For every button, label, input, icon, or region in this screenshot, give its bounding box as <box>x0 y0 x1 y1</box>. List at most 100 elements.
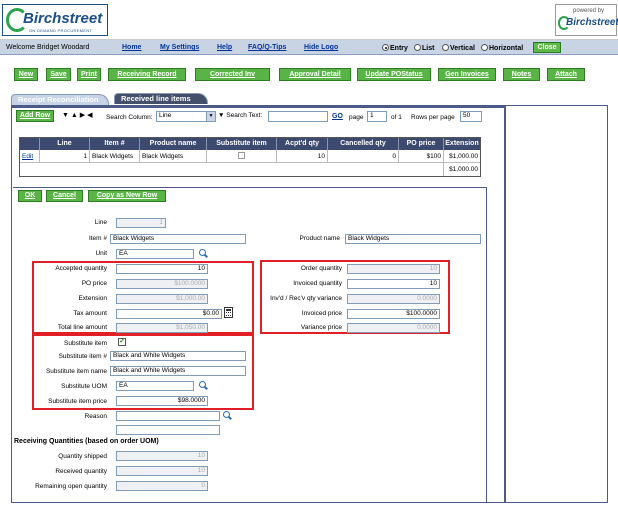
order-qty-field: 10 <box>347 264 440 274</box>
approval-detail-button[interactable]: Approval Detail <box>279 68 351 81</box>
sub-item-label: Substitute item <box>64 340 107 347</box>
col-acpt-header[interactable]: Acpt'd qty <box>277 138 328 150</box>
order-qty-label: Order quantity <box>300 265 342 272</box>
tab-received-line-items[interactable]: Received line items <box>114 93 208 104</box>
close-button[interactable]: Close <box>533 42 561 53</box>
rows-per-page-input[interactable]: 50 <box>460 111 482 122</box>
product-field[interactable]: Black Widgets <box>345 234 481 244</box>
save-button[interactable]: Save <box>46 68 71 81</box>
po-price-field: $100.0000 <box>116 279 208 289</box>
cell-substitute <box>207 150 277 163</box>
invoiced-qty-field[interactable]: 10 <box>347 279 440 289</box>
variance-field: 0.0000 <box>347 294 440 304</box>
next-icon[interactable]: ▶ <box>80 112 85 119</box>
logo-brand: Birchstreet <box>23 10 103 27</box>
right-panel <box>505 105 608 503</box>
top-nav: Welcome Bridget Woodard Home My Settings… <box>0 40 618 55</box>
line-label: Line <box>94 219 107 226</box>
col-extension-header[interactable]: Extension <box>444 138 480 150</box>
total-line-field: $1,050.00 <box>116 323 208 333</box>
sub-price-field[interactable]: $98.0000 <box>116 396 208 406</box>
cancel-button[interactable]: Cancel <box>46 190 83 202</box>
sub-item-name-field[interactable]: Black and White Widgets <box>110 366 246 376</box>
unit-search-icon[interactable] <box>199 249 208 258</box>
view-entry[interactable]: Entry <box>382 44 408 52</box>
rows-per-page-label: Rows per page <box>411 114 455 121</box>
radio-vertical-icon[interactable] <box>442 44 449 51</box>
cell-line: 1 <box>40 150 90 163</box>
variance-price-field: 0.0000 <box>347 323 440 333</box>
page-input[interactable]: 1 <box>367 111 387 122</box>
accepted-qty-field[interactable]: 10 <box>116 264 208 274</box>
notes-button[interactable]: Notes <box>503 68 540 81</box>
update-postatus-button[interactable]: Update POStatus <box>357 68 431 81</box>
nav-hide-logo[interactable]: Hide Logo <box>304 44 338 51</box>
search-column-select[interactable]: Line ▼ <box>156 111 216 122</box>
view-vertical[interactable]: Vertical <box>442 44 475 52</box>
accepted-qty-label: Accepted quantity <box>55 265 107 272</box>
search-column-value: Line <box>159 112 172 119</box>
view-horizontal[interactable]: Horizontal <box>481 44 523 52</box>
last-icon[interactable]: ◀ <box>87 112 92 119</box>
radio-entry-icon[interactable] <box>382 44 389 51</box>
substitute-checkbox[interactable]: ✓ <box>118 338 126 346</box>
unit-label: Unit <box>95 250 107 257</box>
print-button[interactable]: Print <box>77 68 101 81</box>
unit-field[interactable]: EA <box>116 249 194 259</box>
item-field[interactable]: Black Widgets <box>110 234 246 244</box>
col-cancelled-header[interactable]: Cancelled qty <box>328 138 399 150</box>
sort-icon: ▼ <box>218 112 225 119</box>
chevron-down-icon[interactable]: ▼ <box>206 112 215 121</box>
col-edit-header <box>20 138 40 150</box>
prev-icon[interactable]: ▲ <box>71 112 78 119</box>
corrected-inv-button[interactable]: Corrected Inv <box>195 68 270 81</box>
new-button[interactable]: New <box>14 68 38 81</box>
nav-faq[interactable]: FAQ/Q-Tips <box>248 44 286 51</box>
reason-text-field[interactable] <box>116 425 220 435</box>
invoiced-price-label: Invoiced price <box>301 310 342 317</box>
edit-row-link[interactable]: Edit <box>20 150 40 163</box>
cell-product: Black Widgets <box>140 150 207 163</box>
search-text-label: Search Text: <box>226 112 263 119</box>
sub-item-num-field[interactable]: Black and White Widgets <box>110 351 246 361</box>
col-product-header[interactable]: Product name <box>140 138 207 150</box>
search-text-input[interactable] <box>268 111 328 122</box>
first-page-icon[interactable]: ▼ <box>62 112 69 119</box>
reason-search-icon[interactable] <box>223 411 232 420</box>
cell-extension: $1,000.00 <box>444 150 480 163</box>
col-po-price-header[interactable]: PO price <box>399 138 444 150</box>
received-qty-field: 10 <box>116 466 208 476</box>
sub-uom-search-icon[interactable] <box>199 381 208 390</box>
po-price-label: PO price <box>81 280 107 287</box>
radio-horizontal-icon[interactable] <box>481 44 488 51</box>
extension-field: $1,000.00 <box>116 294 208 304</box>
calculator-icon[interactable] <box>224 307 233 318</box>
line-items-table: Line Item # Product name Substitute item… <box>19 137 481 177</box>
tax-label: Tax amount <box>73 310 107 317</box>
attach-button[interactable]: Attach <box>547 68 585 81</box>
view-list[interactable]: List <box>414 44 434 52</box>
tax-field[interactable]: $0.00 <box>116 309 222 319</box>
sub-item-num-label: Substitute item # <box>58 353 107 360</box>
reason-field[interactable] <box>116 411 220 421</box>
receiving-record-button[interactable]: Receiving Record <box>108 68 186 81</box>
add-row-button[interactable]: Add Row <box>16 110 54 122</box>
sub-uom-field[interactable]: EA <box>116 381 194 391</box>
reason-label: Reason <box>84 413 107 420</box>
col-item-header[interactable]: Item # <box>90 138 140 150</box>
gen-invoices-button[interactable]: Gen Invoices <box>438 68 496 81</box>
col-substitute-header[interactable]: Substitute item <box>207 138 277 150</box>
nav-help[interactable]: Help <box>217 44 232 51</box>
tab-receipt-reconciliation[interactable]: Receipt Reconciliation <box>11 94 109 105</box>
col-line-header[interactable]: Line <box>40 138 90 150</box>
go-link[interactable]: GO <box>332 113 343 120</box>
nav-my-settings[interactable]: My Settings <box>160 44 199 51</box>
nav-home[interactable]: Home <box>122 44 141 51</box>
remaining-field: 0 <box>116 481 208 491</box>
ok-button[interactable]: OK <box>18 190 42 202</box>
copy-new-row-button[interactable]: Copy as New Row <box>88 190 166 202</box>
substitute-checkbox-icon <box>238 152 245 159</box>
line-field: 1 <box>116 218 166 228</box>
radio-list-icon[interactable] <box>414 44 421 51</box>
invoiced-price-field[interactable]: $100.0000 <box>347 309 440 319</box>
